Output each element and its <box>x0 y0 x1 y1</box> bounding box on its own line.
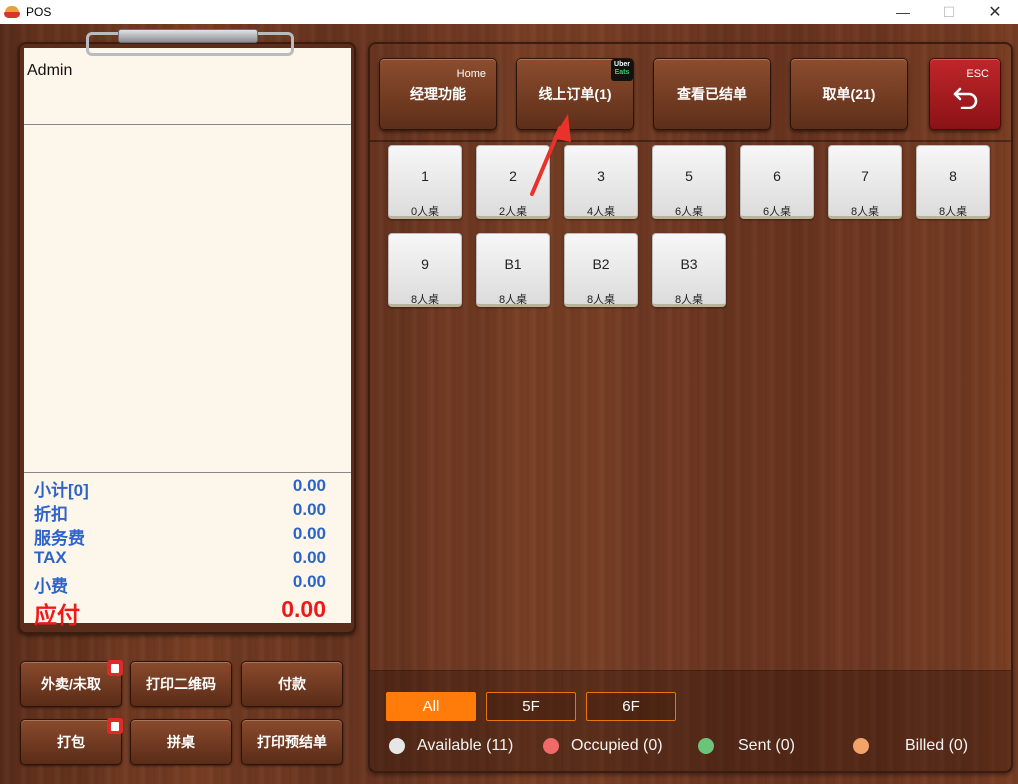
table-number: 1 <box>421 168 429 184</box>
manager-functions-label: 经理功能 <box>410 86 466 102</box>
amount-due-label: 应付 <box>34 602 80 628</box>
summary-row-service-fee: 服务费 0.00 <box>34 524 326 549</box>
sent-dot-icon <box>698 738 714 754</box>
legend-label: Available (11) <box>417 737 514 754</box>
annotation-arrow-icon <box>530 114 571 196</box>
table-number: 8 <box>949 168 957 184</box>
summary-label: 小费 <box>34 577 68 596</box>
current-user: Admin <box>27 62 73 79</box>
table-capacity: 2人桌 <box>498 206 528 218</box>
summary-value: 0.00 <box>292 524 326 543</box>
table-capacity: 8人桌 <box>586 294 616 306</box>
window-titlebar: POS — ☐ ✕ <box>0 0 1018 24</box>
view-settled-button[interactable]: 查看已结单 <box>653 58 771 130</box>
manager-functions-button[interactable]: Home 经理功能 <box>379 58 497 130</box>
bag-icon <box>107 718 123 734</box>
table-card[interactable]: 5 6人桌 <box>652 145 726 219</box>
summary-row-discount: 折扣 0.00 <box>34 500 326 525</box>
summary-row-tax: TAX 0.00 <box>34 548 326 568</box>
close-button[interactable]: ✕ <box>972 0 1018 24</box>
floor-filter-all[interactable]: All <box>386 692 476 721</box>
table-capacity: 8人桌 <box>850 206 880 218</box>
legend-sent: Sent (0) <box>698 737 795 755</box>
pack-label: 打包 <box>57 734 85 750</box>
delivery-icon <box>107 660 123 676</box>
table-number: 6 <box>773 168 781 184</box>
table-card[interactable]: 9 8人桌 <box>388 233 462 307</box>
print-qr-button[interactable]: 打印二维码 <box>130 661 232 707</box>
back-arrow-icon <box>953 87 978 109</box>
summary-label: 小计[0] <box>34 481 89 500</box>
floor-filter-6f[interactable]: 6F <box>586 692 676 721</box>
esc-hint: ESC <box>966 68 989 80</box>
home-hint: Home <box>456 68 486 80</box>
takeout-button[interactable]: 外卖/未取 <box>20 660 123 707</box>
minimize-button[interactable]: — <box>880 0 926 24</box>
table-capacity: 8人桌 <box>674 294 704 306</box>
divider <box>24 472 351 473</box>
legend-label: Sent (0) <box>738 737 795 754</box>
table-number: 9 <box>421 256 429 272</box>
pickup-order-button[interactable]: 取单(21) <box>790 58 908 130</box>
billed-dot-icon <box>853 738 869 754</box>
legend-available: Available (11) <box>389 737 513 755</box>
print-prebill-button[interactable]: 打印预结单 <box>241 719 343 765</box>
amount-due-value: 0.00 <box>281 596 326 622</box>
legend-billed: Billed (0) <box>853 737 968 755</box>
table-number: 7 <box>861 168 869 184</box>
clipboard-clip-bar <box>118 29 258 43</box>
table-capacity: 4人桌 <box>586 206 616 218</box>
table-capacity: 6人桌 <box>674 206 704 218</box>
app-logo-icon <box>4 4 20 20</box>
view-settled-label: 查看已结单 <box>677 86 747 102</box>
window-title: POS <box>26 5 52 19</box>
takeout-label: 外卖/未取 <box>41 676 101 692</box>
summary-value: 0.00 <box>292 500 326 519</box>
summary-value: 0.00 <box>292 572 326 591</box>
divider <box>24 124 351 125</box>
summary-row-subtotal: 小计[0] 0.00 <box>34 476 326 501</box>
summary-row-tip: 小费 0.00 <box>34 572 326 597</box>
table-card[interactable]: 6 6人桌 <box>740 145 814 219</box>
summary-value: 0.00 <box>292 548 326 567</box>
table-number: B1 <box>504 256 522 272</box>
summary-label: 服务费 <box>34 529 85 548</box>
summary-label: TAX <box>34 548 67 567</box>
table-capacity: 8人桌 <box>938 206 968 218</box>
uber-eats-icon: Uber Eats <box>611 59 633 81</box>
table-card[interactable]: B3 8人桌 <box>652 233 726 307</box>
table-capacity: 8人桌 <box>410 294 440 306</box>
summary-row-amount-due: 应付 0.00 <box>34 596 326 630</box>
table-card[interactable]: 8 8人桌 <box>916 145 990 219</box>
pay-button[interactable]: 付款 <box>241 661 343 707</box>
pack-button[interactable]: 打包 <box>20 718 123 765</box>
summary-value: 0.00 <box>292 476 326 495</box>
floor-filter-5f[interactable]: 5F <box>486 692 576 721</box>
table-capacity: 8人桌 <box>498 294 528 306</box>
table-card[interactable]: 7 8人桌 <box>828 145 902 219</box>
table-number: 5 <box>685 168 693 184</box>
maximize-button[interactable]: ☐ <box>926 0 972 24</box>
table-card[interactable]: B2 8人桌 <box>564 233 638 307</box>
legend-label: Billed (0) <box>905 737 969 754</box>
table-card[interactable]: B1 8人桌 <box>476 233 550 307</box>
occupied-dot-icon <box>543 738 559 754</box>
table-card[interactable]: 1 0人桌 <box>388 145 462 219</box>
online-orders-label: 线上订单(1) <box>538 86 612 102</box>
legend-label: Occupied (0) <box>571 737 663 754</box>
pickup-order-label: 取单(21) <box>822 86 876 102</box>
merge-table-button[interactable]: 拼桌 <box>130 719 232 765</box>
summary-label: 折扣 <box>34 505 68 524</box>
table-capacity: 6人桌 <box>762 206 792 218</box>
legend-occupied: Occupied (0) <box>543 737 663 755</box>
table-number: B3 <box>680 256 698 272</box>
table-number: B2 <box>592 256 610 272</box>
available-dot-icon <box>389 738 405 754</box>
table-capacity: 0人桌 <box>410 206 440 218</box>
divider <box>370 140 1011 142</box>
esc-back-button[interactable]: ESC <box>929 58 1001 130</box>
